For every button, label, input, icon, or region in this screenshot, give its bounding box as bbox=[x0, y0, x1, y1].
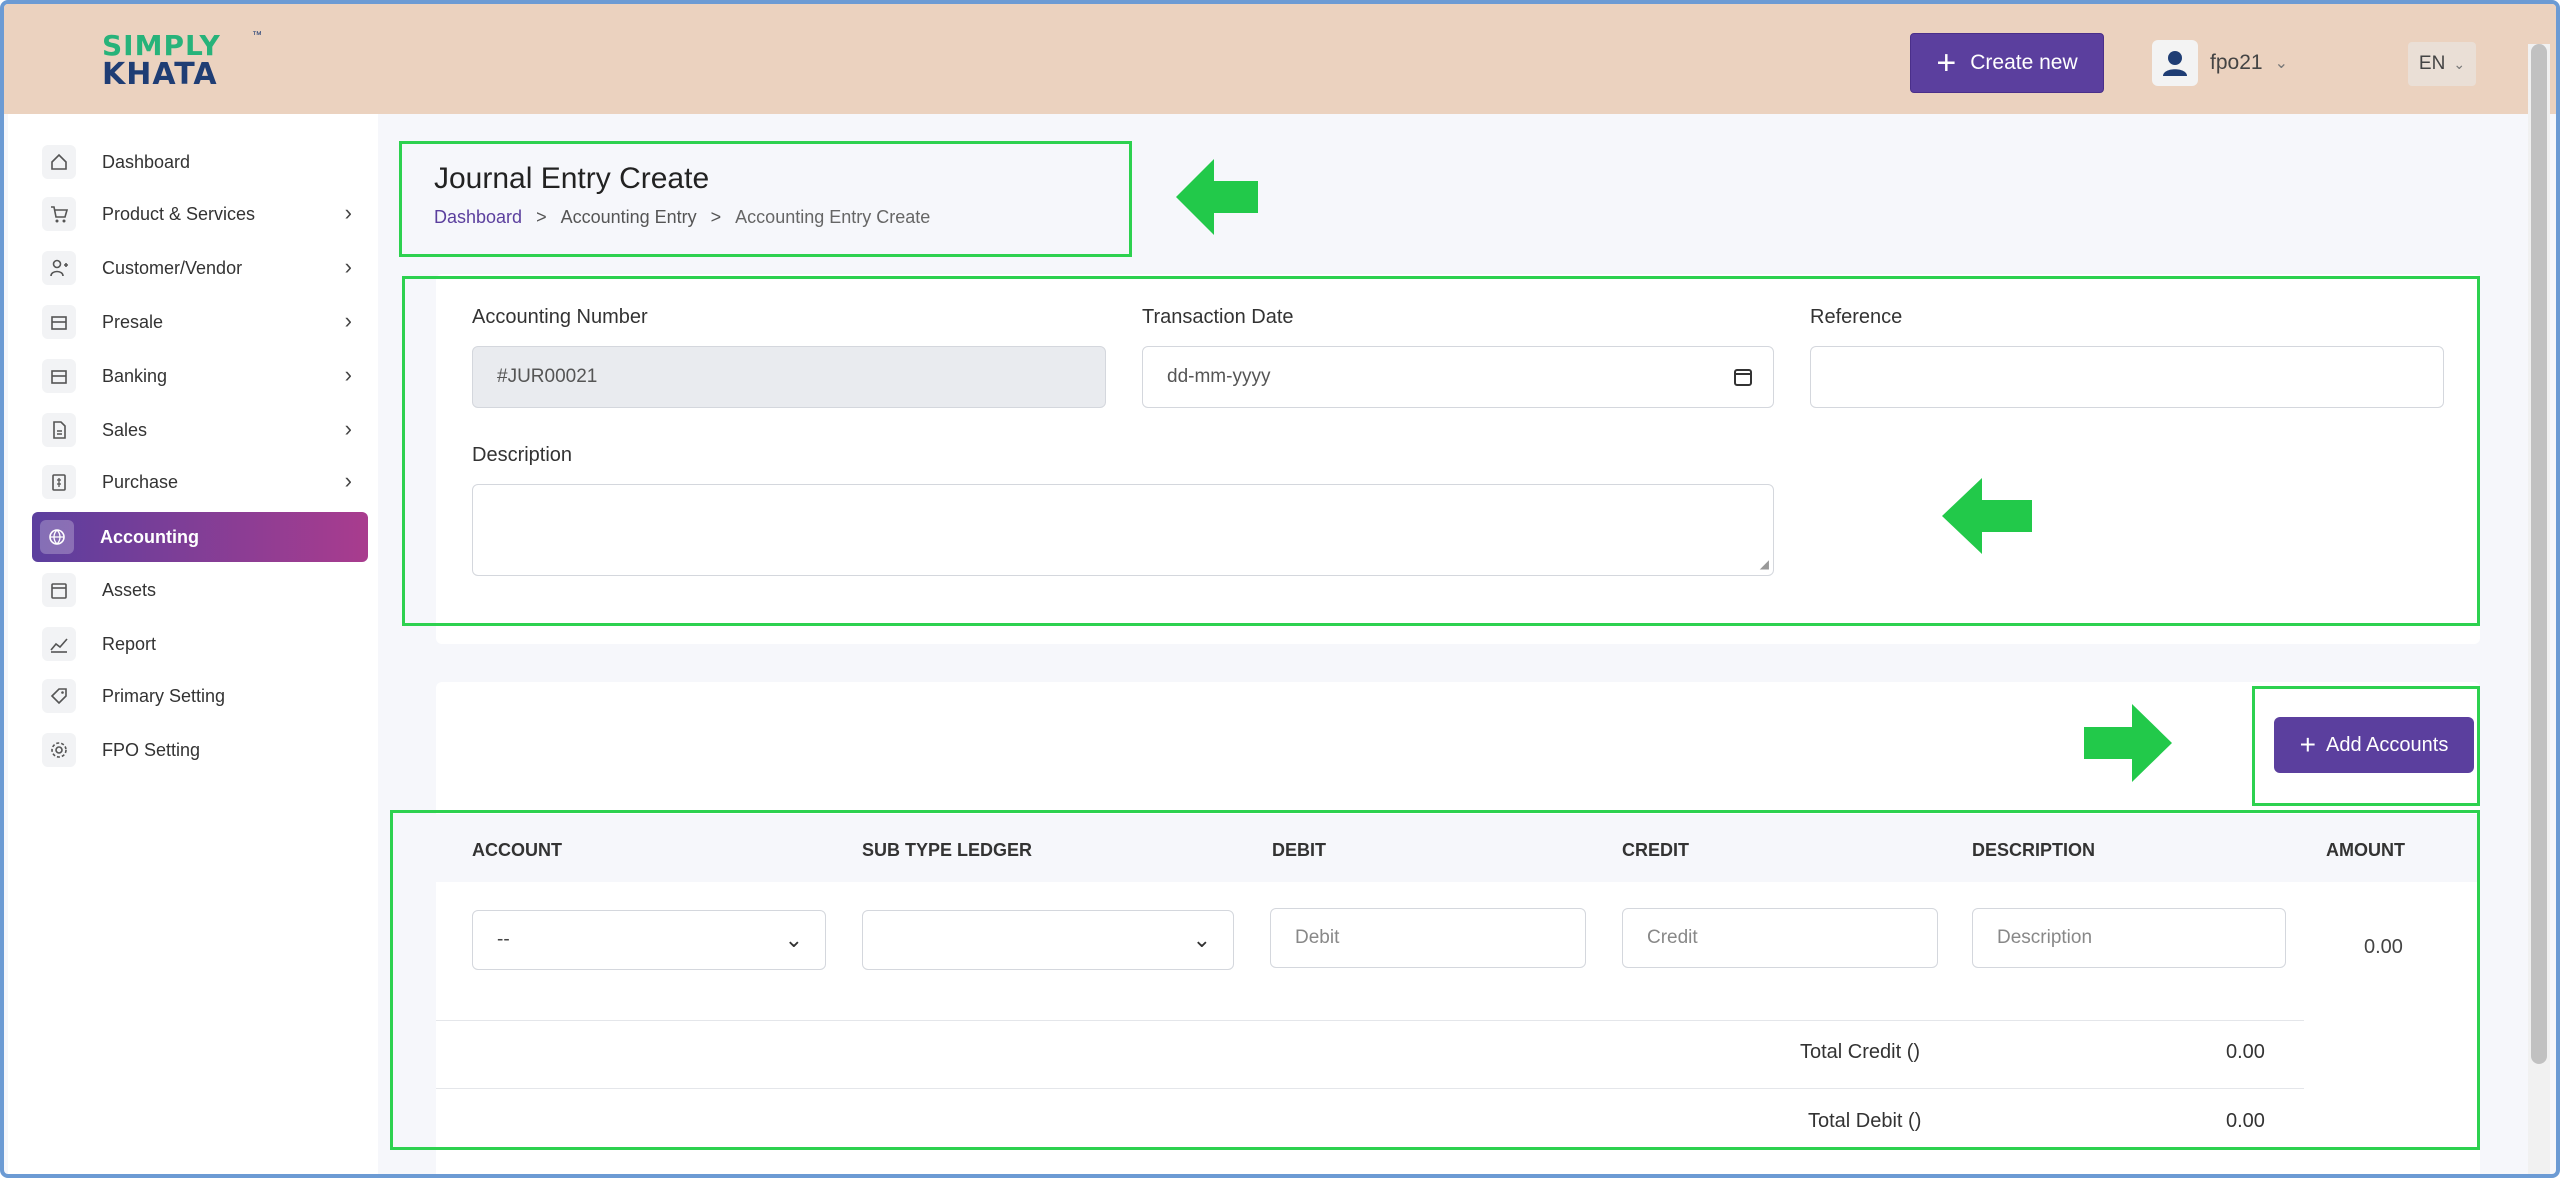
sidebar-item-label: Purchase bbox=[102, 471, 179, 492]
accounting-number-field: #JUR00021 bbox=[472, 346, 1106, 408]
breadcrumb-item-accounting-entry[interactable]: Accounting Entry bbox=[561, 207, 697, 228]
gear-icon bbox=[42, 733, 76, 767]
green-arrow-right-icon bbox=[2084, 704, 2172, 782]
sidebar-item-fpo-setting[interactable]: FPO Setting bbox=[34, 726, 370, 774]
chevron-right-icon: › bbox=[344, 468, 352, 493]
app-frame: SIMPLY KHATA ™ + Create new fpo21 ⌄ EN ⌄ bbox=[0, 0, 2560, 1178]
sidebar-item-purchase[interactable]: Purchase › bbox=[34, 458, 370, 506]
sidebar-item-dashboard[interactable]: Dashboard bbox=[34, 138, 370, 186]
logo-line2: KHATA bbox=[102, 57, 218, 92]
create-new-label: Create new bbox=[1970, 51, 2078, 74]
sidebar-item-report[interactable]: Report bbox=[34, 620, 370, 668]
transaction-date-label: Transaction Date bbox=[1142, 306, 1294, 328]
plus-icon: + bbox=[1936, 44, 1957, 82]
sidebar-item-label: Report bbox=[102, 633, 157, 654]
user-menu[interactable]: fpo21 ⌄ bbox=[2152, 40, 2302, 86]
add-accounts-button[interactable]: + Add Accounts bbox=[2274, 717, 2474, 773]
create-new-button[interactable]: + Create new bbox=[1910, 33, 2104, 93]
description-textarea[interactable]: ◢ bbox=[472, 484, 1774, 576]
chevron-right-icon: › bbox=[344, 416, 352, 441]
green-arrow-left-icon bbox=[1942, 478, 2032, 554]
sidebar-item-accounting[interactable]: Accounting bbox=[32, 512, 368, 562]
user-name: fpo21 bbox=[2210, 51, 2263, 74]
sidebar-item-label: Product & Services bbox=[102, 203, 256, 224]
sidebar-item-product-services[interactable]: Product & Services › bbox=[34, 190, 370, 238]
transaction-date-placeholder: dd-mm-yyyy bbox=[1167, 366, 1271, 387]
top-bar: SIMPLY KHATA ™ + Create new fpo21 ⌄ EN ⌄ bbox=[4, 4, 2556, 114]
sidebar-item-label: FPO Setting bbox=[102, 739, 201, 760]
sidebar-item-assets[interactable]: Assets bbox=[34, 566, 370, 614]
breadcrumb-separator: > bbox=[710, 207, 722, 227]
sidebar-item-presale[interactable]: Presale › bbox=[34, 298, 370, 346]
user-avatar-icon bbox=[2152, 40, 2198, 86]
add-accounts-label: Add Accounts bbox=[2326, 733, 2449, 756]
chevron-down-icon: ⌄ bbox=[2453, 55, 2466, 72]
chevron-down-icon: ⌄ bbox=[2274, 55, 2288, 72]
resize-handle-icon[interactable]: ◢ bbox=[1760, 557, 1769, 571]
sidebar-item-label: Assets bbox=[102, 579, 157, 600]
reference-label: Reference bbox=[1810, 306, 1903, 328]
breadcrumb: Dashboard > Accounting Entry > Accountin… bbox=[434, 207, 930, 228]
accounting-number-value: #JUR00021 bbox=[497, 366, 598, 387]
cart-icon bbox=[42, 197, 76, 231]
calendar-icon bbox=[42, 573, 76, 607]
box-icon bbox=[42, 305, 76, 339]
document-icon bbox=[42, 413, 76, 447]
logo-line1: SIMPLY bbox=[102, 29, 221, 62]
page-header-highlight: Journal Entry Create Dashboard > Account… bbox=[399, 141, 1132, 257]
sidebar-item-label: Customer/Vendor bbox=[102, 257, 243, 278]
language-value: EN bbox=[2418, 53, 2446, 74]
logo-trademark: ™ bbox=[252, 30, 262, 41]
chart-icon bbox=[42, 627, 76, 661]
sidebar-item-label: Primary Setting bbox=[102, 685, 226, 706]
sidebar-item-customer-vendor[interactable]: Customer/Vendor › bbox=[34, 244, 370, 292]
sidebar-item-label: Presale bbox=[102, 311, 164, 332]
language-select[interactable]: EN ⌄ bbox=[2408, 42, 2476, 86]
sidebar-item-banking[interactable]: Banking › bbox=[34, 352, 370, 400]
sidebar-item-label: Accounting bbox=[100, 526, 199, 547]
sidebar-item-sales[interactable]: Sales › bbox=[34, 406, 370, 454]
reference-input[interactable] bbox=[1810, 346, 2444, 408]
breadcrumb-separator: > bbox=[536, 207, 547, 227]
sidebar-item-label: Banking bbox=[102, 365, 168, 386]
description-label: Description bbox=[472, 444, 573, 466]
chevron-right-icon: › bbox=[344, 308, 352, 333]
scrollbar-thumb[interactable] bbox=[2531, 44, 2547, 1064]
page-title: Journal Entry Create bbox=[434, 162, 710, 195]
receipt-icon bbox=[42, 465, 76, 499]
breadcrumb-item-current: Accounting Entry Create bbox=[735, 207, 931, 227]
home-icon bbox=[42, 145, 76, 179]
sidebar-item-label: Dashboard bbox=[102, 151, 191, 172]
sidebar: Dashboard Product & Services › Customer/… bbox=[8, 114, 378, 1174]
accounts-table-highlight bbox=[390, 810, 2480, 1150]
user-plus-icon bbox=[42, 251, 76, 285]
transaction-date-input[interactable]: dd-mm-yyyy bbox=[1142, 346, 1774, 408]
sidebar-item-primary-setting[interactable]: Primary Setting bbox=[34, 672, 370, 720]
chevron-right-icon: › bbox=[344, 362, 352, 387]
chevron-right-icon: › bbox=[344, 254, 352, 279]
green-arrow-left-icon bbox=[1176, 159, 1258, 235]
calendar-icon[interactable] bbox=[1733, 367, 1753, 387]
chevron-right-icon: › bbox=[344, 200, 352, 225]
tag-icon bbox=[42, 679, 76, 713]
accounting-number-label: Accounting Number bbox=[472, 306, 648, 328]
plus-icon: + bbox=[2299, 729, 2317, 760]
sidebar-item-label: Sales bbox=[102, 419, 148, 440]
breadcrumb-item-dashboard[interactable]: Dashboard bbox=[434, 207, 522, 228]
bank-icon bbox=[42, 359, 76, 393]
logo[interactable]: SIMPLY KHATA ™ bbox=[102, 30, 262, 92]
globe-icon bbox=[40, 520, 74, 554]
